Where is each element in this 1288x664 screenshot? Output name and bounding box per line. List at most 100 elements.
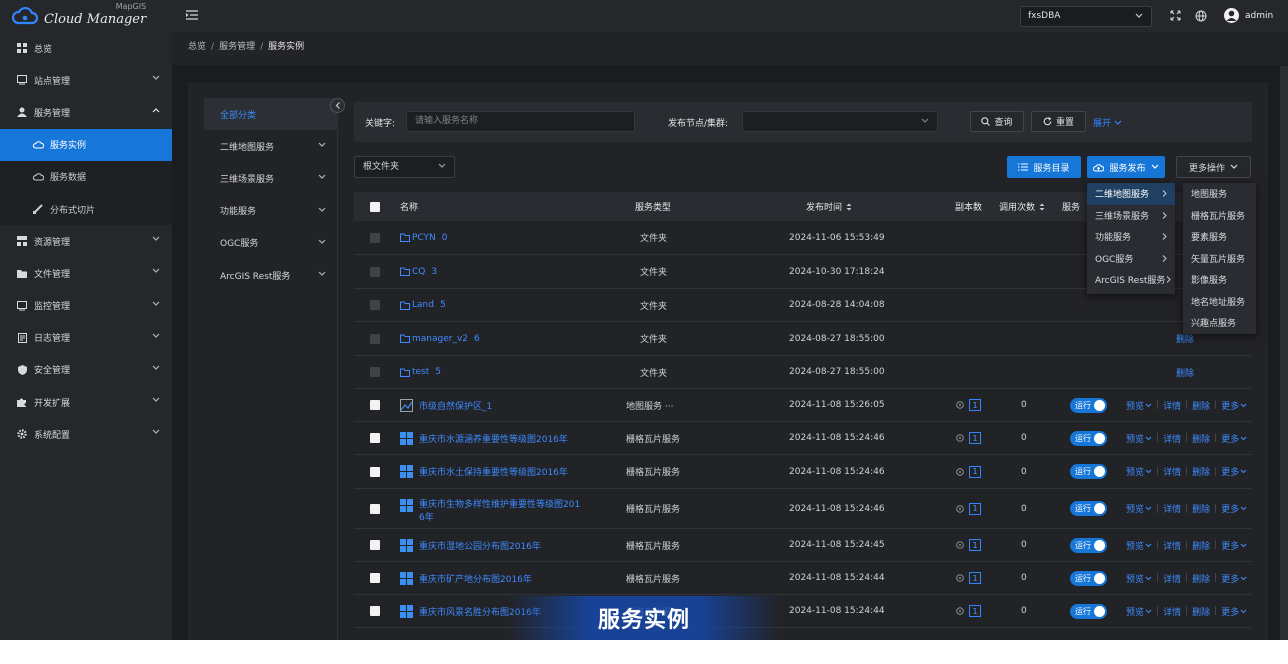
table-row-service[interactable]: 重庆市风景名胜分布图2016年栅格瓦片服务2024-11-08 15:24:44… <box>354 595 1252 628</box>
more-link[interactable]: 更多 <box>1221 399 1247 412</box>
folder-name-cell[interactable]: manager_v2 6 <box>400 322 480 355</box>
publish-raster-tile-service[interactable]: 栅格瓦片服务 <box>1183 205 1256 227</box>
delete-link[interactable]: 删除 <box>1192 399 1210 412</box>
detail-link[interactable]: 详情 <box>1163 432 1181 445</box>
sidebar-item-resource[interactable]: 资源管理 <box>0 225 172 257</box>
breadcrumb-item-service-management[interactable]: 服务管理 <box>219 42 255 52</box>
table-row-folder[interactable]: test 5 文件夹 2024-08-27 18:55:00 删除 <box>354 356 1252 389</box>
status-toggle[interactable]: 运行 <box>1070 570 1107 586</box>
detail-link[interactable]: 详情 <box>1163 465 1181 478</box>
row-checkbox[interactable] <box>370 562 380 594</box>
checkbox[interactable] <box>370 433 380 443</box>
status-toggle-cell[interactable]: 运行 <box>1070 389 1107 421</box>
checkbox[interactable] <box>370 400 380 410</box>
more-link[interactable]: 更多 <box>1221 465 1247 478</box>
delete-link[interactable]: 删除 <box>1192 465 1210 478</box>
table-row-service[interactable]: 重庆市水源涵养重要性等级图2016年 栅格瓦片服务 2024-11-08 15:24… <box>354 422 1252 455</box>
query-button[interactable]: 查询 <box>970 111 1024 132</box>
row-checkbox[interactable] <box>370 422 380 454</box>
folder-name-cell[interactable]: CQ 3 <box>400 255 437 288</box>
sidebar-item-service-instance[interactable]: 服务实例 <box>0 128 172 161</box>
delete-link[interactable]: 删除 <box>1192 572 1210 585</box>
service-name[interactable]: 市级自然保护区_1 <box>419 402 492 412</box>
menu-fold-icon[interactable] <box>186 10 198 20</box>
more-link[interactable]: 更多 <box>1221 572 1247 585</box>
header-time[interactable]: 发布时间 <box>806 192 852 221</box>
status-toggle-cell[interactable]: 运行 <box>1070 455 1107 488</box>
expand-filter-link[interactable]: 展开 <box>1093 116 1122 129</box>
delete-link[interactable]: 删除 <box>1176 356 1194 388</box>
service-name-cell[interactable]: 重庆市水源涵养重要性等级图2016年 <box>400 422 600 454</box>
publish-menu-function[interactable]: 功能服务 <box>1087 226 1175 248</box>
service-name[interactable]: 重庆市湿地公园分布图2016年 <box>419 542 541 552</box>
row-checkbox[interactable] <box>370 455 380 488</box>
row-checkbox[interactable] <box>370 595 380 627</box>
publish-map-service[interactable]: 地图服务 <box>1183 183 1256 205</box>
header-calls[interactable]: 调用次数 <box>999 192 1045 221</box>
category-all[interactable]: 全部分类 <box>204 98 338 131</box>
more-link[interactable]: 更多 <box>1221 502 1247 515</box>
checkbox[interactable] <box>370 503 380 514</box>
detail-link[interactable]: 详情 <box>1163 399 1181 412</box>
folder-name-cell[interactable]: test 5 <box>400 356 441 388</box>
service-name[interactable]: 重庆市水土保持重要性等级图2016年 <box>419 468 568 478</box>
status-toggle-cell[interactable]: 运行 <box>1070 422 1107 454</box>
copies-badge[interactable]: 1 <box>969 432 981 444</box>
folder-select[interactable]: 根文件夹 <box>354 156 455 178</box>
sidebar-item-security[interactable]: 安全管理 <box>0 354 172 386</box>
node-select[interactable]: fxsDBA <box>1020 6 1152 27</box>
more-actions-button[interactable]: 更多操作 <box>1176 156 1251 178</box>
delete-link[interactable]: 删除 <box>1192 605 1210 618</box>
status-toggle[interactable]: 运行 <box>1070 397 1107 413</box>
sidebar-item-log[interactable]: 日志管理 <box>0 322 172 354</box>
delete-link[interactable]: 删除 <box>1192 432 1210 445</box>
preview-link[interactable]: 预览 <box>1126 399 1152 412</box>
preview-link[interactable]: 预览 <box>1126 539 1152 552</box>
publish-menu-2d-map[interactable]: 二维地图服务 <box>1087 183 1175 205</box>
row-checkbox[interactable] <box>370 529 380 561</box>
table-row-service[interactable]: 重庆市湿地公园分布图2016年 栅格瓦片服务 2024-11-08 15:24:45… <box>354 529 1252 562</box>
service-name-cell[interactable]: 重庆市矿产地分布图2016年 <box>400 562 600 594</box>
service-name-cell[interactable]: 重庆市水土保持重要性等级图2016年 <box>400 455 600 488</box>
sidebar-item-monitor[interactable]: 监控管理 <box>0 290 172 322</box>
table-row-service[interactable]: 市级自然保护区_1 地图服务 ··· 2024-11-08 15:26:05 1 0 运行… <box>354 389 1252 422</box>
node-cluster-select[interactable] <box>742 111 938 132</box>
table-row-service[interactable]: 重庆市水土保持重要性等级图2016年 栅格瓦片服务 2024-11-08 15:24… <box>354 455 1252 489</box>
sidebar-item-service-management[interactable]: 服务管理 <box>0 96 172 128</box>
checkbox[interactable] <box>370 573 380 583</box>
checkbox[interactable] <box>370 466 380 477</box>
publish-geocode-service[interactable]: 地名地址服务 <box>1183 291 1256 313</box>
row-checkbox[interactable] <box>370 389 380 421</box>
table-row-service[interactable]: 重庆市矿产地分布图2016年 栅格瓦片服务 2024-11-08 15:24:44 1… <box>354 562 1252 595</box>
checkbox[interactable] <box>370 540 380 550</box>
collapse-category-button[interactable] <box>330 98 345 113</box>
status-toggle[interactable]: 运行 <box>1070 537 1107 553</box>
preview-link[interactable]: 预览 <box>1126 465 1152 478</box>
folder-name-cell[interactable]: PCYN 0 <box>400 221 448 254</box>
table-row-folder[interactable]: manager_v2 6 文件夹 2024-08-27 18:55:00 删除 <box>354 322 1252 356</box>
preview-link[interactable]: 预览 <box>1126 572 1152 585</box>
category-3d-scene[interactable]: 三维场景服务 <box>204 162 338 194</box>
status-toggle[interactable]: 运行 <box>1070 430 1107 446</box>
service-name-cell[interactable]: 重庆市湿地公园分布图2016年 <box>400 529 600 561</box>
keyword-input[interactable]: 请输入服务名称 <box>406 111 635 132</box>
publish-menu-3d-scene[interactable]: 三维场景服务 <box>1087 205 1175 227</box>
folder-name[interactable]: CQ <box>412 267 425 277</box>
category-2d-map[interactable]: 二维地图服务 <box>204 130 338 162</box>
sidebar-item-distributed-slice[interactable]: 分布式切片 <box>0 192 172 226</box>
more-link[interactable]: 更多 <box>1221 432 1247 445</box>
folder-name[interactable]: Land <box>412 300 434 310</box>
folder-name[interactable]: manager_v2 <box>412 334 468 344</box>
fullscreen-icon[interactable] <box>1170 10 1181 21</box>
detail-link[interactable]: 详情 <box>1163 572 1181 585</box>
sidebar-item-site[interactable]: 站点管理 <box>0 64 172 96</box>
more-link[interactable]: 更多 <box>1221 539 1247 552</box>
sidebar-item-overview[interactable]: 总览 <box>0 32 172 64</box>
status-toggle-cell[interactable]: 运行 <box>1070 595 1107 627</box>
service-name[interactable]: 重庆市生物多样性维护重要性等级图201 <box>419 500 580 510</box>
sidebar-item-file[interactable]: 文件管理 <box>0 257 172 289</box>
copies-badge[interactable]: 1 <box>969 465 981 478</box>
service-name-cell[interactable]: 市级自然保护区_1 <box>400 389 600 421</box>
publish-menu-arcgis-rest[interactable]: ArcGIS Rest服务 <box>1087 269 1175 291</box>
category-ogc[interactable]: OGC服务 <box>204 227 338 259</box>
